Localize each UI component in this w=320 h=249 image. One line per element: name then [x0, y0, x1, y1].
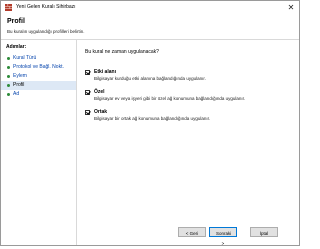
domain-checkbox[interactable] — [85, 70, 90, 75]
page-description: Bu kuralın uygulandığı profilleri belirt… — [7, 29, 85, 34]
step-ad[interactable]: Ad — [1, 90, 76, 99]
step-label: Kural Türü — [13, 55, 37, 61]
option-title: Ortak — [94, 109, 108, 115]
cancel-button[interactable]: İptal — [250, 227, 278, 237]
firewall-app-icon — [5, 4, 12, 11]
public-checkbox[interactable] — [85, 110, 90, 115]
wizard-window: Yeni Gelen Kuralı Sihirbazı ✕ Profil Bu … — [0, 0, 300, 246]
wizard-header: Profil Bu kuralın uygulandığı profilleri… — [1, 15, 299, 40]
option-title: Etki alanı — [94, 69, 116, 75]
option-title: Özel — [94, 89, 105, 95]
step-eylem[interactable]: Eylem — [1, 72, 76, 81]
bullet-icon — [7, 66, 10, 69]
step-label: Ad — [13, 91, 20, 97]
back-button[interactable]: < Geri — [178, 227, 206, 237]
step-label: Profil — [13, 82, 25, 88]
next-button[interactable]: Sonraki > — [209, 227, 237, 246]
bullet-icon — [7, 75, 10, 78]
bullet-icon — [7, 84, 10, 87]
private-checkbox[interactable] — [85, 90, 90, 95]
close-icon[interactable]: ✕ — [284, 1, 298, 15]
step-label: Protokol ve Bağl. Nokt. — [13, 64, 64, 70]
question-label: Bu kural ne zaman uygulanacak? — [85, 49, 159, 55]
step-label: Eylem — [13, 73, 27, 79]
page-title: Profil — [7, 18, 25, 25]
title-bar: Yeni Gelen Kuralı Sihirbazı ✕ — [1, 1, 299, 15]
option-description: Bilgisayar ev veya işyeri gibi bir özel … — [94, 96, 246, 101]
bullet-icon — [7, 93, 10, 96]
step-protokol[interactable]: Protokol ve Bağl. Nokt. — [1, 63, 76, 72]
option-description: Bilgisayar kurduğu etki alanına bağlandı… — [94, 76, 206, 81]
main-panel: Bu kural ne zaman uygulanacak? Etki alan… — [77, 40, 299, 246]
window-title: Yeni Gelen Kuralı Sihirbazı — [16, 4, 76, 10]
step-profil[interactable]: Profil — [1, 81, 76, 90]
step-kural-turu[interactable]: Kural Türü — [1, 54, 76, 63]
steps-sidebar: Adımlar: Kural Türü Protokol ve Bağl. No… — [1, 40, 77, 245]
bullet-icon — [7, 57, 10, 60]
option-description: Bilgisayar bir ortak ağ konumuna bağland… — [94, 116, 211, 121]
steps-heading: Adımlar: — [6, 44, 27, 50]
